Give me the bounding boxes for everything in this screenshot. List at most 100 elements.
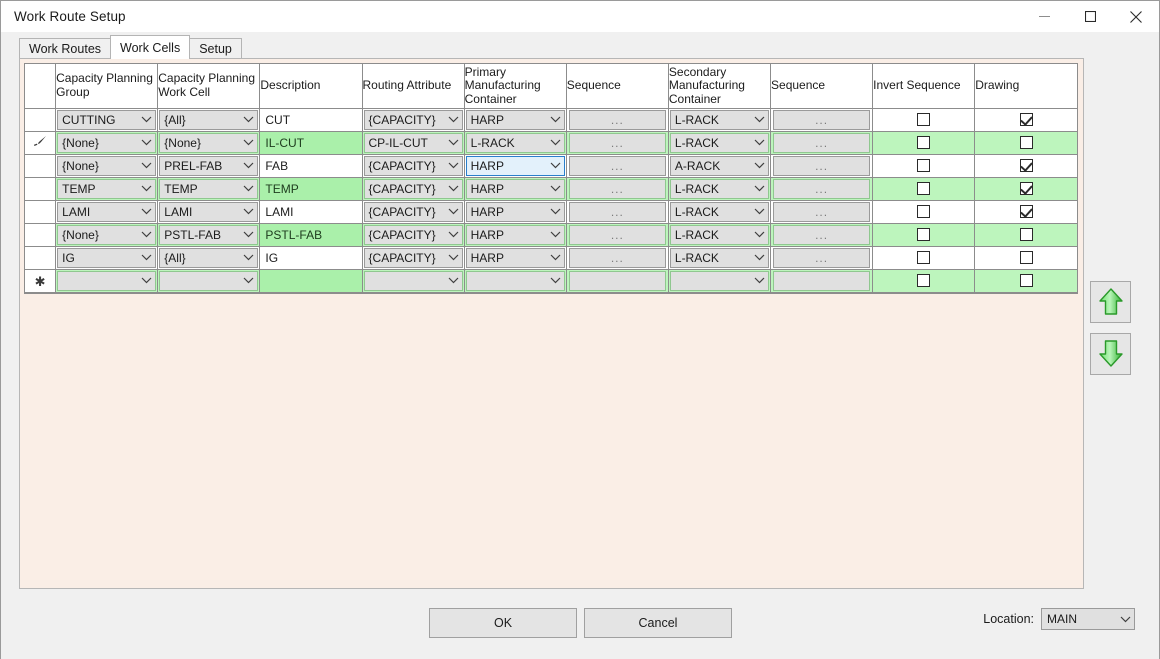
cell-routing-attribute[interactable]: {CAPACITY} bbox=[362, 154, 464, 177]
cell-drawing[interactable] bbox=[975, 177, 1077, 200]
secondary-manufacturing-container-select[interactable]: L-RACK bbox=[670, 248, 769, 268]
sequence-secondary-button[interactable]: ... bbox=[773, 225, 870, 245]
cell-invert-sequence[interactable] bbox=[873, 223, 975, 246]
invert-sequence-checkbox[interactable] bbox=[917, 205, 930, 218]
routing-attribute-select[interactable]: {CAPACITY} bbox=[364, 225, 463, 245]
invert-sequence-checkbox[interactable] bbox=[917, 251, 930, 264]
drawing-checkbox[interactable] bbox=[1020, 136, 1033, 149]
cell-invert-sequence[interactable] bbox=[873, 177, 975, 200]
cancel-button[interactable]: Cancel bbox=[584, 608, 732, 638]
secondary-manufacturing-container-select[interactable]: L-RACK bbox=[670, 202, 769, 222]
header-secondary-manufacturing-container[interactable]: Secondary Manufacturing Container bbox=[668, 64, 770, 108]
capacity-planning-group-select[interactable]: IG bbox=[57, 248, 156, 268]
table-row[interactable]: {None}{None}IL-CUTCP-IL-CUTL-RACK...L-RA… bbox=[25, 131, 1077, 154]
cell-capacity-planning-work-cell[interactable]: {None} bbox=[158, 131, 260, 154]
cell-capacity-planning-group[interactable]: IG bbox=[56, 246, 158, 269]
cell-capacity-planning-group[interactable]: CUTTING bbox=[56, 108, 158, 131]
cell-sequence-primary[interactable]: ... bbox=[566, 223, 668, 246]
invert-sequence-checkbox[interactable] bbox=[917, 159, 930, 172]
cell-primary-manufacturing-container[interactable] bbox=[464, 269, 566, 292]
cell-secondary-manufacturing-container[interactable]: L-RACK bbox=[668, 177, 770, 200]
header-capacity-planning-work-cell[interactable]: Capacity Planning Work Cell bbox=[158, 64, 260, 108]
description-value[interactable]: IG bbox=[260, 247, 361, 269]
cell-capacity-planning-group[interactable]: TEMP bbox=[56, 177, 158, 200]
cell-description[interactable]: LAMI bbox=[260, 200, 362, 223]
secondary-manufacturing-container-select[interactable]: L-RACK bbox=[670, 225, 769, 245]
drawing-checkbox[interactable] bbox=[1020, 159, 1033, 172]
cell-invert-sequence[interactable] bbox=[873, 200, 975, 223]
cell-primary-manufacturing-container[interactable]: HARP bbox=[464, 223, 566, 246]
cell-capacity-planning-group[interactable] bbox=[56, 269, 158, 292]
cell-drawing[interactable] bbox=[975, 246, 1077, 269]
sequence-primary-button[interactable]: ... bbox=[569, 225, 666, 245]
cell-drawing[interactable] bbox=[975, 131, 1077, 154]
cell-sequence-primary[interactable] bbox=[566, 269, 668, 292]
routing-attribute-select[interactable]: {CAPACITY} bbox=[364, 179, 463, 199]
row-indicator-cell[interactable] bbox=[25, 131, 56, 154]
header-capacity-planning-group[interactable]: Capacity Planning Group bbox=[56, 64, 158, 108]
row-indicator-cell[interactable] bbox=[25, 108, 56, 131]
sequence-primary-button[interactable]: ... bbox=[569, 156, 666, 176]
location-select[interactable]: MAIN bbox=[1041, 608, 1135, 630]
invert-sequence-checkbox[interactable] bbox=[917, 182, 930, 195]
routing-attribute-select[interactable]: {CAPACITY} bbox=[364, 248, 463, 268]
drawing-checkbox[interactable] bbox=[1020, 205, 1033, 218]
primary-manufacturing-container-select[interactable]: HARP bbox=[466, 156, 565, 176]
capacity-planning-group-select[interactable]: {None} bbox=[57, 156, 156, 176]
cell-capacity-planning-work-cell[interactable]: {All} bbox=[158, 246, 260, 269]
cell-invert-sequence[interactable] bbox=[873, 108, 975, 131]
close-button[interactable] bbox=[1113, 1, 1159, 32]
cell-drawing[interactable] bbox=[975, 108, 1077, 131]
capacity-planning-group-select[interactable]: {None} bbox=[57, 133, 156, 153]
header-sequence-primary[interactable]: Sequence bbox=[566, 64, 668, 108]
cell-description[interactable]: CUT bbox=[260, 108, 362, 131]
description-value[interactable]: LAMI bbox=[260, 201, 361, 223]
capacity-planning-work-cell-select[interactable]: PSTL-FAB bbox=[159, 225, 258, 245]
cell-sequence-secondary[interactable]: ... bbox=[771, 108, 873, 131]
sequence-primary-button[interactable]: ... bbox=[569, 179, 666, 199]
secondary-manufacturing-container-select[interactable]: L-RACK bbox=[670, 179, 769, 199]
secondary-manufacturing-container-select[interactable]: A-RACK bbox=[670, 156, 769, 176]
sequence-secondary-button[interactable] bbox=[773, 271, 870, 291]
cell-routing-attribute[interactable]: CP-IL-CUT bbox=[362, 131, 464, 154]
ok-button[interactable]: OK bbox=[429, 608, 577, 638]
drawing-checkbox[interactable] bbox=[1020, 228, 1033, 241]
cell-invert-sequence[interactable] bbox=[873, 131, 975, 154]
cell-secondary-manufacturing-container[interactable]: L-RACK bbox=[668, 200, 770, 223]
cell-invert-sequence[interactable] bbox=[873, 269, 975, 292]
cell-routing-attribute[interactable]: {CAPACITY} bbox=[362, 108, 464, 131]
capacity-planning-group-select[interactable]: CUTTING bbox=[57, 110, 156, 130]
description-value[interactable]: FAB bbox=[260, 155, 361, 177]
invert-sequence-checkbox[interactable] bbox=[917, 228, 930, 241]
tab-setup[interactable]: Setup bbox=[189, 38, 242, 59]
cell-secondary-manufacturing-container[interactable] bbox=[668, 269, 770, 292]
cell-capacity-planning-work-cell[interactable]: PSTL-FAB bbox=[158, 223, 260, 246]
sequence-secondary-button[interactable]: ... bbox=[773, 248, 870, 268]
cell-sequence-primary[interactable]: ... bbox=[566, 200, 668, 223]
invert-sequence-checkbox[interactable] bbox=[917, 136, 930, 149]
sequence-secondary-button[interactable]: ... bbox=[773, 133, 870, 153]
cell-invert-sequence[interactable] bbox=[873, 246, 975, 269]
sequence-primary-button[interactable] bbox=[569, 271, 666, 291]
secondary-manufacturing-container-select[interactable]: L-RACK bbox=[670, 133, 769, 153]
cell-sequence-secondary[interactable]: ... bbox=[771, 177, 873, 200]
cell-secondary-manufacturing-container[interactable]: L-RACK bbox=[668, 131, 770, 154]
cell-sequence-primary[interactable]: ... bbox=[566, 154, 668, 177]
capacity-planning-work-cell-select[interactable] bbox=[159, 271, 258, 291]
cell-sequence-secondary[interactable]: ... bbox=[771, 154, 873, 177]
cell-primary-manufacturing-container[interactable]: HARP bbox=[464, 154, 566, 177]
cell-capacity-planning-group[interactable]: {None} bbox=[56, 131, 158, 154]
cell-capacity-planning-work-cell[interactable]: {All} bbox=[158, 108, 260, 131]
cell-drawing[interactable] bbox=[975, 269, 1077, 292]
capacity-planning-group-select[interactable]: TEMP bbox=[57, 179, 156, 199]
capacity-planning-group-select[interactable] bbox=[57, 271, 156, 291]
capacity-planning-group-select[interactable]: {None} bbox=[57, 225, 156, 245]
cell-routing-attribute[interactable]: {CAPACITY} bbox=[362, 200, 464, 223]
routing-attribute-select[interactable]: {CAPACITY} bbox=[364, 202, 463, 222]
cell-drawing[interactable] bbox=[975, 200, 1077, 223]
cell-sequence-primary[interactable]: ... bbox=[566, 131, 668, 154]
cell-capacity-planning-group[interactable]: LAMI bbox=[56, 200, 158, 223]
primary-manufacturing-container-select[interactable]: HARP bbox=[466, 179, 565, 199]
description-value[interactable]: PSTL-FAB bbox=[260, 224, 361, 246]
row-indicator-cell[interactable] bbox=[25, 154, 56, 177]
